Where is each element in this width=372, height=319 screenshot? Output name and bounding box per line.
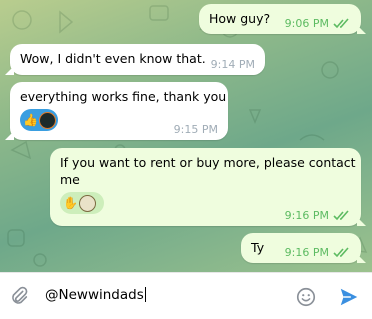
message-text: everything works fine, thank you	[20, 89, 227, 104]
message-time: 9:16 PM	[284, 209, 329, 222]
message-time: 9:14 PM	[210, 58, 255, 71]
paperclip-icon[interactable]	[8, 285, 30, 307]
message-bubble-outgoing[interactable]: Ty 9:16 PM	[241, 233, 366, 263]
hand-icon: ✋	[63, 196, 78, 210]
send-icon[interactable]	[338, 286, 360, 308]
message-input[interactable]: @Newwindads	[45, 287, 146, 303]
thumbs-up-icon: 👍	[23, 113, 38, 127]
message-meta: 9:16 PM	[285, 246, 351, 259]
message-text: Wow, I didn't even know that.	[20, 51, 206, 66]
message-input-value: @Newwindads	[45, 287, 144, 303]
reaction-chip[interactable]: 👍	[20, 109, 58, 131]
message-time: 9:06 PM	[284, 17, 329, 30]
double-check-icon	[333, 247, 349, 258]
avatar	[78, 194, 96, 212]
reaction-chip[interactable]: ✋	[60, 192, 104, 214]
message-bubble-outgoing[interactable]: How guy? 9:06 PM	[199, 4, 366, 34]
message-meta: 9:15 PM	[174, 123, 218, 136]
message-bubble-outgoing[interactable]: If you want to rent or buy more, please …	[50, 148, 366, 226]
message-text: How guy?	[209, 11, 271, 26]
message-text-line: me	[60, 172, 80, 187]
chat-area: How guy? 9:06 PM Wow, I didn't even know…	[0, 0, 372, 272]
double-check-icon	[333, 18, 349, 29]
message-bubble-incoming[interactable]: everything works fine, thank you 👍 9:15 …	[5, 82, 228, 140]
message-composer: @Newwindads	[0, 272, 372, 319]
message-time: 9:16 PM	[284, 246, 329, 259]
emoji-icon[interactable]	[295, 286, 317, 308]
message-meta: 9:16 PM	[285, 209, 351, 222]
message-meta: 9:06 PM	[285, 17, 351, 30]
text-caret	[144, 287, 146, 302]
message-time: 9:15 PM	[173, 123, 218, 136]
message-meta: 9:14 PM	[211, 58, 255, 71]
message-text: Ty	[251, 240, 265, 255]
message-text-line: If you want to rent or buy more, please …	[60, 155, 356, 170]
message-bubble-incoming[interactable]: Wow, I didn't even know that. 9:14 PM	[5, 44, 265, 75]
double-check-icon	[333, 210, 349, 221]
avatar	[38, 111, 56, 129]
